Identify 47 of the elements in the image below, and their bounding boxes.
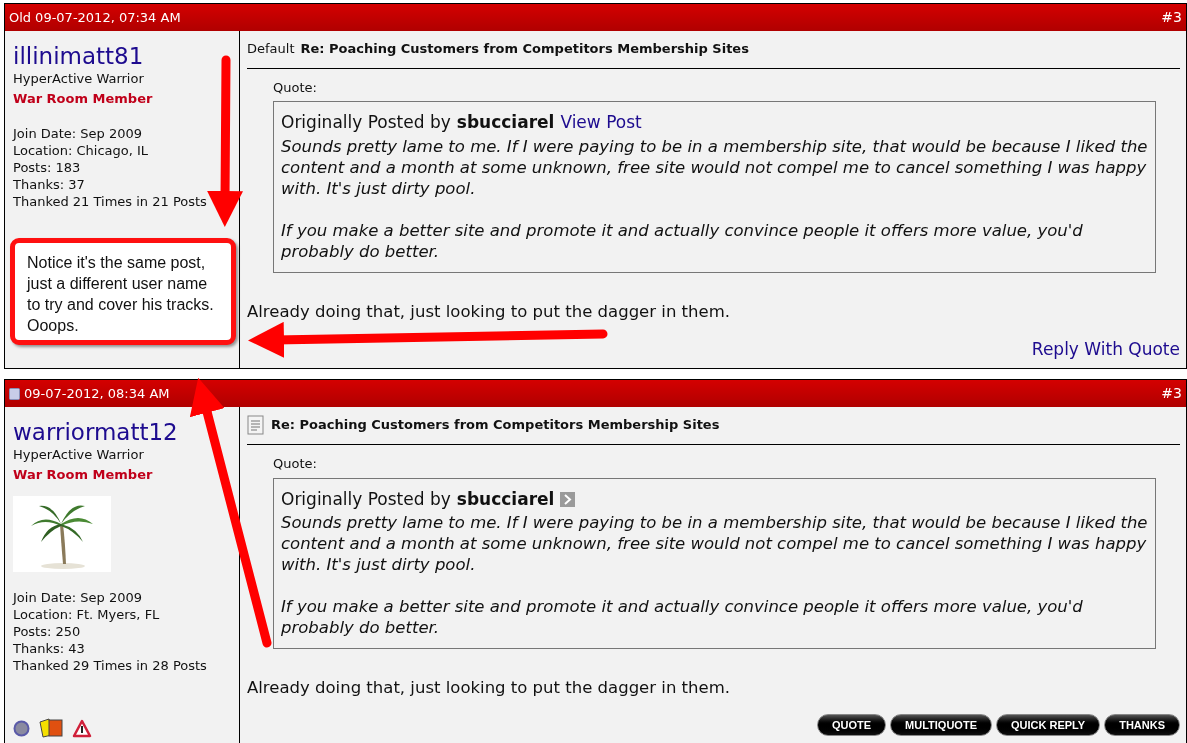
reply-with-quote-link[interactable]: Reply With Quote bbox=[1031, 336, 1180, 368]
post-icon-label: Default bbox=[247, 40, 295, 58]
post-number[interactable]: #3 bbox=[1161, 7, 1182, 28]
user-stat: Location: Chicago, IL bbox=[13, 142, 149, 159]
quote-paragraph: Sounds pretty lame to me. If I were paying to be in a membership site, that would be because I liked the content and a month at some unknown, free site would not compel me to cancel something I was happy with. It's just dirty pool. bbox=[281, 135, 1148, 199]
view-post-icon[interactable] bbox=[560, 491, 576, 507]
user-stat: Posts: 183 bbox=[13, 159, 81, 176]
quote-author: sbucciarel bbox=[456, 111, 555, 134]
user-stat: Posts: 250 bbox=[13, 623, 81, 640]
user-stat: Join Date: Sep 2009 bbox=[13, 125, 143, 142]
user-stat: Thanked 29 Times in 28 Posts bbox=[13, 657, 207, 674]
post-message: Already doing that, just looking to put the dagger in them. bbox=[247, 300, 730, 323]
quote-paragraph: Sounds pretty lame to me. If I were paying to be in a membership site, that would be because I liked the content and a month at some unknown, free site would not compel me to cancel something I was happy with. It's just dirty pool. bbox=[281, 512, 1148, 575]
post-message: Already doing that, just looking to put the dagger in them. bbox=[247, 677, 730, 699]
quote-label: Quote: bbox=[273, 78, 318, 97]
user-title: HyperActive Warrior bbox=[13, 446, 144, 464]
post-date: 09-07-2012, 08:34 AM bbox=[24, 384, 170, 403]
annotation-callout: Notice it's the same post, just a different user name to try and cover his tracks. Ooops. bbox=[10, 238, 236, 345]
quote-paragraph: If you make a better site and promote it and actually convince people it offers more value, you'd probably do better. bbox=[281, 596, 1084, 638]
username[interactable]: warriormatt12 bbox=[13, 419, 178, 445]
user-stat: Join Date: Sep 2009 bbox=[13, 589, 143, 606]
user-stat: Thanks: 43 bbox=[13, 640, 85, 657]
post-action-button[interactable]: QUOTE bbox=[816, 714, 887, 736]
user-rank: War Room Member bbox=[13, 465, 153, 484]
post-title: Re: Poaching Customers from Competitors Membership Sites bbox=[271, 416, 720, 435]
quote-label: Quote: bbox=[273, 455, 318, 473]
post-action-button[interactable]: MULTIQUOTE bbox=[890, 714, 992, 736]
view-post-link[interactable]: View Post bbox=[560, 110, 642, 136]
post-action-button[interactable]: QUICK REPLY bbox=[996, 714, 1101, 736]
post-title: Re: Poaching Customers from Competitors Membership Sites bbox=[300, 40, 749, 58]
quote-paragraph: If you make a better site and promote it and actually convince people it offers more value, you'd probably do better. bbox=[281, 219, 1084, 262]
cards-icon bbox=[38, 718, 64, 738]
quote-attribution: Originally Posted by bbox=[281, 487, 451, 511]
status-orb-icon bbox=[13, 719, 30, 737]
user-title: HyperActive Warrior bbox=[13, 70, 144, 88]
user-stat: Thanked 21 Times in 21 Posts bbox=[13, 193, 207, 210]
quote-author: sbucciarel bbox=[456, 487, 555, 511]
post-date: 09-07-2012, 07:34 AM bbox=[35, 8, 181, 27]
username[interactable]: illinimatt81 bbox=[13, 43, 144, 69]
user-stat: Thanks: 37 bbox=[13, 176, 85, 193]
warning-icon bbox=[72, 718, 92, 738]
post-number[interactable]: #3 bbox=[1161, 383, 1182, 404]
status-label: Old bbox=[9, 8, 32, 27]
post-action-button[interactable]: THANKS bbox=[1104, 714, 1180, 736]
quote-attribution: Originally Posted by bbox=[281, 111, 451, 134]
user-stat: Location: Ft. Myers, FL bbox=[13, 606, 160, 623]
user-rank: War Room Member bbox=[13, 89, 153, 108]
